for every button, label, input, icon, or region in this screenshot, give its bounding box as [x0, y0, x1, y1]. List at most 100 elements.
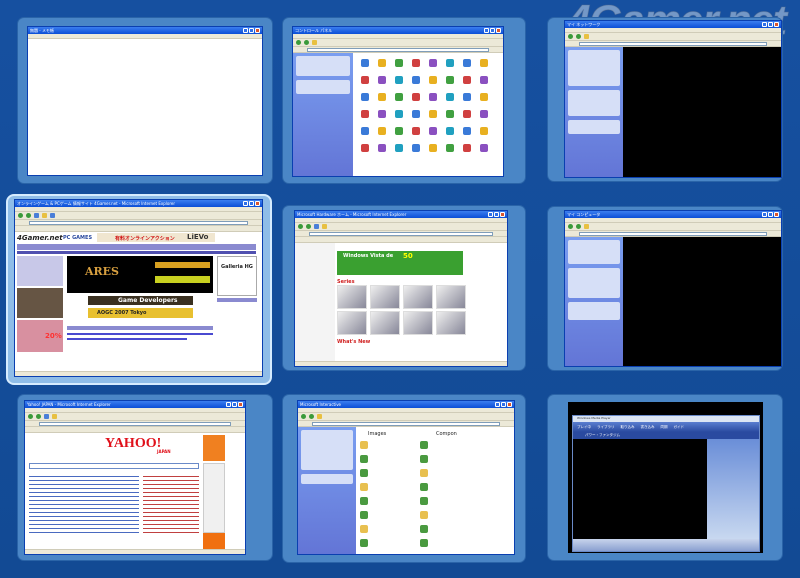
control-panel-applet-icon[interactable] [480, 59, 488, 67]
close-icon [496, 28, 501, 33]
control-panel-applet-icon[interactable] [412, 110, 420, 118]
playback-controls[interactable] [573, 539, 759, 551]
control-panel-applet-icon[interactable] [446, 144, 454, 152]
control-panel-applet-icon[interactable] [480, 110, 488, 118]
control-panel-applet-icon[interactable] [429, 59, 437, 67]
control-panel-applet-icon[interactable] [463, 127, 471, 135]
control-panel-applet-icon[interactable] [429, 110, 437, 118]
control-panel-applet-icon[interactable] [361, 110, 369, 118]
control-panel-applet-icon[interactable] [361, 93, 369, 101]
control-panel-applet-icon[interactable] [395, 76, 403, 84]
window-thumbnail-control-panel[interactable]: コントロール パネル [283, 18, 525, 183]
control-panel-applet-icon[interactable] [378, 144, 386, 152]
media-player-tab[interactable]: 同期 [661, 425, 668, 430]
file-icon[interactable] [360, 483, 368, 491]
file-icon[interactable] [360, 539, 368, 547]
control-panel-applet-icon[interactable] [361, 127, 369, 135]
media-player-tab[interactable]: 書き込み [641, 425, 655, 430]
control-panel-applet-icon[interactable] [480, 144, 488, 152]
control-panel-applet-icon[interactable] [429, 76, 437, 84]
control-panel-applet-icon[interactable] [378, 127, 386, 135]
control-panel-applet-icon[interactable] [378, 93, 386, 101]
window-thumbnail-yahoo[interactable]: Yahoo! JAPAN - Microsoft Internet Explor… [18, 395, 272, 560]
file-icon[interactable] [420, 497, 428, 505]
control-panel-applet-icon[interactable] [480, 127, 488, 135]
window-thumbnail-my-computer[interactable]: マイ コンピュータ [548, 207, 782, 370]
control-panel-applet-icon[interactable] [463, 93, 471, 101]
product-image[interactable] [403, 285, 433, 309]
control-panel-applet-icon[interactable] [463, 59, 471, 67]
media-player-tab[interactable]: ライブラリ [597, 425, 615, 430]
yahoo-browser-window: Yahoo! JAPAN - Microsoft Internet Explor… [24, 400, 246, 555]
file-icon[interactable] [360, 511, 368, 519]
window-title: コントロール パネル [295, 27, 333, 33]
file-icon[interactable] [360, 455, 368, 463]
control-panel-applet-icon[interactable] [429, 127, 437, 135]
product-image[interactable] [370, 311, 400, 335]
window-thumbnail-explorer[interactable]: Microsoft Interactive Images Compon [283, 395, 525, 562]
file-icon[interactable] [420, 469, 428, 477]
window-thumbnail-notepad[interactable]: 無題 - メモ帳 [18, 18, 272, 183]
control-panel-applet-icon[interactable] [395, 93, 403, 101]
control-panel-applet-icon[interactable] [480, 76, 488, 84]
file-icon[interactable] [420, 525, 428, 533]
file-icon[interactable] [360, 497, 368, 505]
window-thumbnail-4gamer[interactable]: オンラインゲーム & PCゲーム 情報サイト 4Gamer.net - Micr… [8, 196, 270, 383]
window-thumbnail-media-player[interactable]: Windows Media Player プレイ中 ライブラリ 取り込み 書き込み 同期… [548, 395, 782, 560]
product-image[interactable] [436, 285, 466, 309]
media-player-tab[interactable]: ガイド [674, 425, 685, 430]
product-image[interactable] [370, 285, 400, 309]
file-icon[interactable] [420, 455, 428, 463]
my-computer-window: マイ コンピュータ [564, 210, 782, 367]
file-item: Images [368, 431, 387, 437]
product-image[interactable] [436, 311, 466, 335]
file-icon[interactable] [360, 441, 368, 449]
control-panel-applet-icon[interactable] [361, 76, 369, 84]
window-title: 無題 - メモ帳 [30, 27, 54, 33]
control-panel-applet-icon[interactable] [446, 59, 454, 67]
aogc-ad: AOGC 2007 Tokyo [97, 310, 147, 316]
control-panel-applet-icon[interactable] [378, 59, 386, 67]
control-panel-applet-icon[interactable] [480, 93, 488, 101]
control-panel-applet-icon[interactable] [412, 144, 420, 152]
control-panel-applet-icon[interactable] [412, 127, 420, 135]
control-panel-applet-icon[interactable] [463, 144, 471, 152]
control-panel-applet-icon[interactable] [395, 59, 403, 67]
window-thumbnail-ms-hardware[interactable]: Microsoft Hardware ホーム - Microsoft Inter… [283, 206, 525, 370]
now-playing: パワー・ファンタジム [573, 432, 759, 439]
control-panel-applet-icon[interactable] [412, 76, 420, 84]
control-panel-applet-icon[interactable] [446, 110, 454, 118]
media-player-tabs: プレイ中 ライブラリ 取り込み 書き込み 同期 ガイド [573, 422, 759, 432]
control-panel-applet-icon[interactable] [361, 59, 369, 67]
control-panel-applet-icon[interactable] [446, 93, 454, 101]
media-player-tab[interactable]: プレイ中 [577, 425, 591, 430]
file-icon[interactable] [420, 483, 428, 491]
product-image[interactable] [337, 285, 367, 309]
site-logo: 4Gamer.net [17, 234, 63, 242]
product-image[interactable] [337, 311, 367, 335]
control-panel-applet-icon[interactable] [378, 110, 386, 118]
control-panel-applet-icon[interactable] [412, 59, 420, 67]
window-thumbnail-network[interactable]: マイ ネットワーク [548, 18, 782, 181]
file-icon[interactable] [360, 525, 368, 533]
control-panel-applet-icon[interactable] [395, 144, 403, 152]
control-panel-applet-icon[interactable] [395, 110, 403, 118]
product-image[interactable] [403, 311, 433, 335]
control-panel-applet-icon[interactable] [429, 93, 437, 101]
control-panel-applet-icon[interactable] [429, 144, 437, 152]
vista-banner: Windows Vista de [343, 253, 394, 259]
file-icon[interactable] [420, 539, 428, 547]
banner-text: 有料オンラインアクション [115, 236, 175, 242]
control-panel-applet-icon[interactable] [412, 93, 420, 101]
control-panel-applet-icon[interactable] [378, 76, 386, 84]
file-icon[interactable] [360, 469, 368, 477]
control-panel-applet-icon[interactable] [446, 127, 454, 135]
file-icon[interactable] [420, 511, 428, 519]
control-panel-applet-icon[interactable] [463, 110, 471, 118]
file-icon[interactable] [420, 441, 428, 449]
control-panel-applet-icon[interactable] [463, 76, 471, 84]
media-player-tab[interactable]: 取り込み [621, 425, 635, 430]
control-panel-applet-icon[interactable] [446, 76, 454, 84]
control-panel-applet-icon[interactable] [395, 127, 403, 135]
control-panel-applet-icon[interactable] [361, 144, 369, 152]
